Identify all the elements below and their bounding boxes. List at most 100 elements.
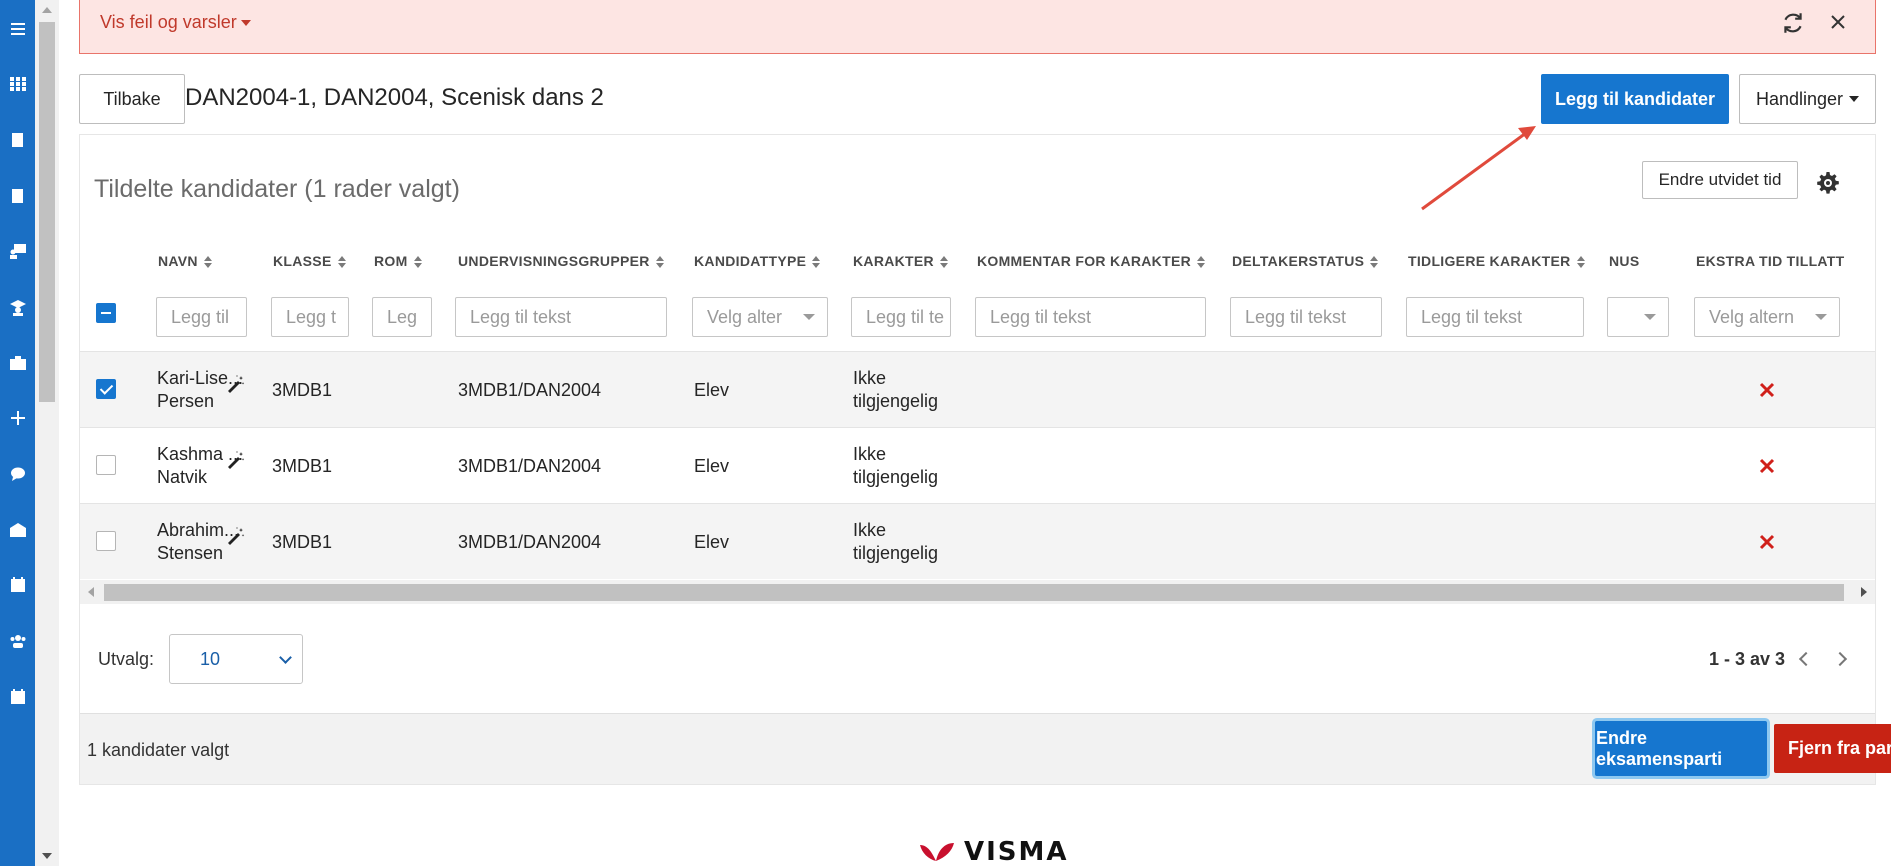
magic-wand-icon[interactable] [226, 450, 246, 470]
chevron-down-icon [1815, 314, 1827, 320]
filter-kommentar[interactable]: Legg til tekst [975, 297, 1206, 337]
journal-icon[interactable] [0, 181, 35, 211]
column-header-undervisningsgrupper[interactable]: UNDERVISNINGSGRUPPER [458, 253, 664, 269]
users-icon[interactable] [0, 626, 35, 656]
chevron-left-icon[interactable] [1798, 651, 1814, 667]
filter-placeholder: Legg til tekst [1245, 306, 1347, 327]
column-header-tidligere-karakter[interactable]: TIDLIGERE KARAKTER [1408, 253, 1585, 269]
scroll-left-icon[interactable] [88, 587, 94, 597]
x-mark-icon [1758, 381, 1776, 399]
refresh-icon[interactable] [1780, 10, 1806, 36]
card-title: Tildelte kandidater (1 rader valgt) [94, 175, 460, 203]
filter-placeholder: Legg til tekst [1421, 306, 1523, 327]
visma-logo-mark-icon [920, 843, 954, 861]
page-size-select[interactable]: 10 [169, 634, 303, 684]
column-header-kandidattype[interactable]: KANDIDATTYPE [694, 253, 821, 269]
column-header-klasse[interactable]: KLASSE [273, 253, 346, 269]
left-navigation [0, 0, 35, 866]
plus-icon[interactable] [0, 403, 35, 433]
sort-icon [413, 256, 422, 269]
column-header-nus[interactable]: NUS [1609, 253, 1639, 269]
caret-down-icon [1849, 96, 1860, 102]
back-button[interactable]: Tilbake [79, 74, 185, 124]
show-errors-toggle[interactable]: Vis feil og varsler [100, 12, 251, 33]
sort-icon [1197, 256, 1205, 269]
row-checkbox[interactable] [96, 379, 116, 399]
filter-navn[interactable]: Legg til [156, 297, 247, 337]
calendar-check-icon[interactable] [0, 682, 35, 712]
filter-karakter[interactable]: Legg til te [851, 297, 951, 337]
magic-wand-icon[interactable] [226, 526, 246, 546]
filter-rom[interactable]: Leg [372, 297, 432, 337]
back-button-label: Tilbake [103, 88, 161, 109]
chevron-right-icon[interactable] [1832, 651, 1848, 667]
chevron-down-icon [1644, 314, 1656, 320]
filter-ekstra-tid-select[interactable]: Velg altern [1694, 297, 1840, 337]
karakter-line: tilgjengelig [853, 391, 939, 411]
filter-nus-select[interactable] [1607, 297, 1669, 337]
error-banner: Vis feil og varsler [79, 0, 1876, 54]
page-scrollbar[interactable] [35, 0, 59, 866]
change-exam-party-label: Endre eksamensparti [1596, 727, 1723, 769]
selected-count: 1 kandidater valgt [87, 740, 230, 760]
filter-placeholder: Legg til tekst [990, 306, 1092, 327]
remove-from-party-button[interactable]: Fjern fra parti [1774, 724, 1891, 773]
column-header-kommentar[interactable]: KOMMENTAR FOR KARAKTER [977, 253, 1205, 269]
chat-icon[interactable] [0, 459, 35, 489]
filter-deltakerstatus[interactable]: Legg til tekst [1230, 297, 1382, 337]
table-row[interactable]: Abrahim... Stensen 3MDB1 3MDB1/DAN2004 El… [80, 503, 1875, 579]
column-header-label: TIDLIGERE KARAKTER [1408, 253, 1571, 269]
chevron-down-icon [803, 314, 815, 320]
table-row[interactable]: Kashma ... Natvik 3MDB1 3MDB1/DAN2004 Ele… [80, 427, 1875, 503]
x-mark-icon [1758, 533, 1776, 551]
book-icon[interactable] [0, 125, 35, 155]
table-row[interactable]: Kari-Lise... Persen 3MDB1 3MDB1/DAN2004 E… [80, 351, 1875, 427]
column-header-label: KLASSE [273, 253, 332, 269]
column-header-navn[interactable]: NAVN [158, 253, 212, 269]
menu-icon[interactable] [0, 14, 35, 44]
magic-wand-icon[interactable] [226, 374, 246, 394]
cell-karakter: Ikke tilgjengelig [853, 428, 938, 504]
x-mark-icon [1758, 457, 1776, 475]
column-header-karakter[interactable]: KARAKTER [853, 253, 948, 269]
table-horizontal-scrollbar[interactable] [80, 580, 1875, 604]
filter-placeholder: Legg til [171, 306, 230, 327]
filter-placeholder: Velg alter [707, 306, 783, 327]
school-icon[interactable] [0, 515, 35, 545]
add-candidates-button[interactable]: Legg til kandidater [1541, 74, 1729, 124]
filter-kandidattype-select[interactable]: Velg alter [692, 297, 828, 337]
gear-icon[interactable] [1816, 171, 1840, 195]
karakter-line: Ikke [853, 444, 887, 464]
pagination-range: 1 - 3 av 3 [1708, 649, 1785, 669]
extend-time-button[interactable]: Endre utvidet tid [1642, 161, 1798, 199]
row-checkbox[interactable] [96, 455, 116, 475]
row-checkbox[interactable] [96, 531, 116, 551]
change-exam-party-button[interactable]: Endre eksamensparti [1595, 721, 1767, 776]
column-header-deltakerstatus[interactable]: DELTAKERSTATUS [1232, 253, 1379, 269]
filter-undervisningsgrupper[interactable]: Legg til tekst [455, 297, 667, 337]
scroll-right-icon[interactable] [1861, 587, 1867, 597]
apps-grid-icon[interactable] [0, 69, 35, 99]
close-icon[interactable] [1826, 10, 1850, 34]
cell-klasse: 3MDB1 [272, 455, 333, 476]
filter-tidligere-karakter[interactable]: Legg til tekst [1406, 297, 1584, 337]
cell-kandidattype: Elev [694, 455, 730, 476]
calendar-icon[interactable] [0, 570, 35, 600]
column-header-rom[interactable]: ROM [374, 253, 422, 269]
graduate-icon[interactable] [0, 292, 35, 322]
scrollbar-thumb[interactable] [39, 22, 55, 402]
teacher-icon[interactable] [0, 236, 35, 266]
scroll-up-icon[interactable] [42, 7, 52, 13]
scrollbar-thumb[interactable] [104, 584, 1844, 601]
column-header-ekstra-tid[interactable]: EKSTRA TID TILLATT [1696, 253, 1845, 269]
actions-dropdown[interactable]: Handlinger [1739, 74, 1876, 124]
column-header-label: DELTAKERSTATUS [1232, 253, 1365, 269]
filter-klasse[interactable]: Legg t [271, 297, 349, 337]
select-all-checkbox[interactable] [96, 303, 116, 323]
column-header-label: UNDERVISNINGSGRUPPER [458, 253, 650, 269]
filter-placeholder: Legg til tekst [470, 306, 572, 327]
candidates-card: Tildelte kandidater (1 rader valgt) Endr… [79, 134, 1891, 785]
sort-icon [337, 256, 346, 269]
briefcase-icon[interactable] [0, 348, 35, 378]
scroll-down-icon[interactable] [42, 853, 52, 859]
